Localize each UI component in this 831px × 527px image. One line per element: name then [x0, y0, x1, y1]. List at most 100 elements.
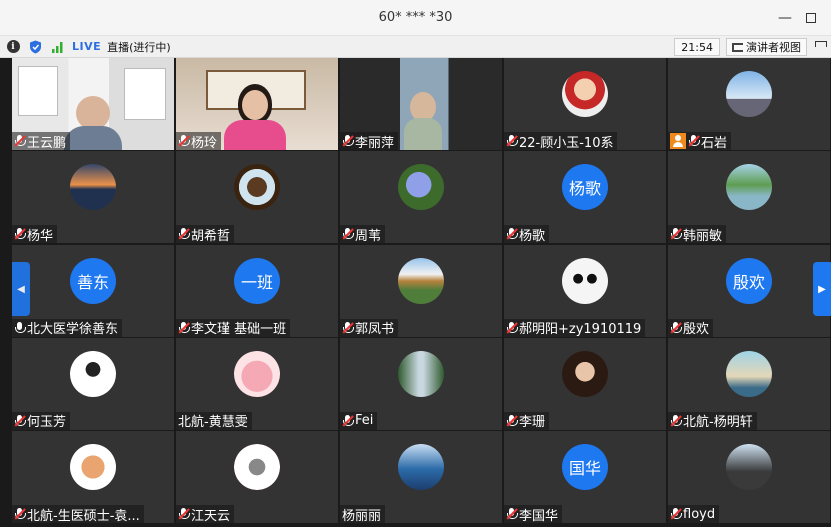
participant-name: 北航-杨明轩 [683, 415, 753, 430]
participant-tile[interactable]: floyd [668, 431, 830, 523]
participant-name: 石岩 [701, 135, 728, 151]
participant-tile[interactable]: 郝明阳+zy1910119 [504, 244, 666, 337]
participant-name-tag: 李珊 [504, 411, 550, 430]
minimize-icon: — [778, 10, 792, 26]
participant-tile[interactable]: Fei [340, 337, 502, 430]
participant-tile[interactable]: 杨歌 杨歌 [504, 151, 666, 244]
participant-name: 江天云 [191, 508, 231, 524]
participant-name-tag: 殷欢 [668, 318, 714, 337]
participant-tile[interactable]: 李珊 [504, 337, 666, 430]
participant-name: 北航-生医硕士-袁... [27, 508, 140, 524]
mic-muted-icon [14, 227, 26, 241]
participant-tile[interactable]: 一班李文瑾 基础一班 [176, 244, 338, 337]
pagoda-photo-avatar [398, 257, 444, 304]
participant-name: 李国华 [519, 508, 559, 524]
next-page-button[interactable]: ▶ [813, 262, 831, 316]
participant-grid: 王云鹏 杨玲 李丽萍 22-顾小玉-10系 石岩杨华 胡希哲 周苇 杨歌 杨歌韩丽敏善东北大医学… [12, 58, 830, 527]
participant-tile[interactable]: 国华李国华 [504, 431, 666, 523]
participant-name-tag: 郝明阳+zy1910119 [504, 318, 646, 337]
fullscreen-icon[interactable] [813, 39, 829, 55]
mic-muted-icon [670, 414, 682, 428]
avatar: 善东 [70, 257, 116, 304]
participant-name-tag: 北大医学徐善东 [12, 318, 123, 337]
participant-name: 王云鹏 [27, 135, 67, 151]
participant-name: 韩丽敏 [683, 228, 723, 244]
panda-avatar [562, 257, 608, 304]
signal-icon [51, 41, 62, 53]
participant-tile[interactable]: 李丽萍 [340, 58, 502, 150]
flower-photo-avatar [398, 164, 444, 211]
beach-photo-avatar [726, 350, 772, 397]
participant-tile[interactable]: 石岩 [668, 58, 830, 150]
participant-tile[interactable]: 22-顾小玉-10系 [504, 58, 666, 150]
security-button[interactable] [26, 38, 44, 56]
sunset-pier-avatar [70, 164, 116, 211]
participant-tile[interactable]: 胡希哲 [176, 151, 338, 244]
participant-name-tag: 江天云 [176, 505, 235, 524]
participant-name-tag: 李国华 [504, 505, 563, 524]
participant-name-tag: 北航-黄慧雯 [176, 411, 252, 430]
avatar: 杨歌 [562, 164, 608, 211]
participant-tile[interactable]: 殷欢 殷欢 [668, 244, 830, 337]
mic-muted-icon [688, 134, 700, 148]
participant-tile[interactable]: 周苇 [340, 151, 502, 244]
participant-name-tag: 王云鹏 [12, 132, 71, 151]
mountain-lake-avatar [398, 444, 444, 490]
participant-name: 李丽萍 [355, 135, 395, 151]
previous-page-button[interactable]: ◀ [12, 262, 30, 316]
live-badge[interactable]: LIVE [72, 40, 101, 53]
participant-name-tag: 北航-杨明轩 [668, 411, 757, 430]
totoro-badge-avatar [234, 444, 280, 490]
participant-tile[interactable]: 北航-生医硕士-袁... [12, 431, 174, 523]
participant-name: 殷欢 [683, 322, 710, 337]
girl-photo-avatar [562, 350, 608, 397]
participant-name-tag: 李丽萍 [340, 132, 399, 151]
participant-name-tag: 石岩 [668, 132, 732, 151]
mic-muted-icon [14, 134, 26, 148]
mic-muted-icon [506, 227, 518, 241]
participant-tile[interactable]: 杨华 [12, 151, 174, 244]
mic-muted-icon [342, 134, 354, 148]
cartoon-girl-avatar [562, 71, 608, 117]
presenter-view-button[interactable]: 演讲者视图 [726, 38, 807, 56]
participant-name-tag: 杨丽丽 [340, 505, 386, 524]
participant-tile[interactable]: 郭凤书 [340, 244, 502, 337]
mic-muted-icon [506, 134, 518, 148]
participant-name: 郝明阳+zy1910119 [519, 322, 642, 337]
mic-muted-icon [342, 414, 354, 428]
participant-tile[interactable]: 王云鹏 [12, 58, 174, 150]
avatar: 国华 [562, 444, 608, 490]
meeting-timer: 21:54 [674, 38, 720, 56]
avatar: 殷欢 [726, 257, 772, 304]
participant-name: 杨丽丽 [342, 508, 382, 524]
participant-name: 北航-黄慧雯 [178, 415, 248, 430]
network-signal-button[interactable] [48, 38, 66, 56]
participant-name-tag: Fei [340, 411, 378, 430]
avatar: 一班 [234, 257, 280, 304]
participant-tile[interactable]: 北航-杨明轩 [668, 337, 830, 430]
participant-name-tag: 22-顾小玉-10系 [504, 132, 618, 151]
mic-muted-icon [506, 414, 518, 428]
info-button[interactable]: i [4, 38, 22, 56]
tower-photo-avatar [726, 71, 772, 117]
snake-photo-avatar [234, 164, 280, 211]
participant-tile[interactable]: 江天云 [176, 431, 338, 523]
maximize-icon [806, 13, 816, 23]
participant-tile[interactable]: 杨玲 [176, 58, 338, 150]
participant-tile[interactable]: 何玉芳 [12, 337, 174, 430]
participant-tile[interactable]: 韩丽敏 [668, 151, 830, 244]
participant-name: 杨玲 [191, 135, 218, 151]
shield-icon [29, 40, 41, 53]
mic-muted-icon [670, 321, 682, 335]
participant-name: 何玉芳 [27, 415, 67, 430]
mic-muted-icon [178, 134, 190, 148]
left-margin [0, 58, 12, 527]
mic-muted-icon [178, 227, 190, 241]
participant-name-tag: 李文瑾 基础一班 [176, 318, 291, 337]
participant-name: 22-顾小玉-10系 [519, 135, 614, 151]
participant-tile[interactable]: 杨丽丽 [340, 431, 502, 523]
participant-tile[interactable]: 善东北大医学徐善东 [12, 244, 174, 337]
participant-tile[interactable]: 北航-黄慧雯 [176, 337, 338, 430]
maximize-button[interactable] [797, 0, 825, 36]
minimize-button[interactable]: — [771, 0, 799, 36]
